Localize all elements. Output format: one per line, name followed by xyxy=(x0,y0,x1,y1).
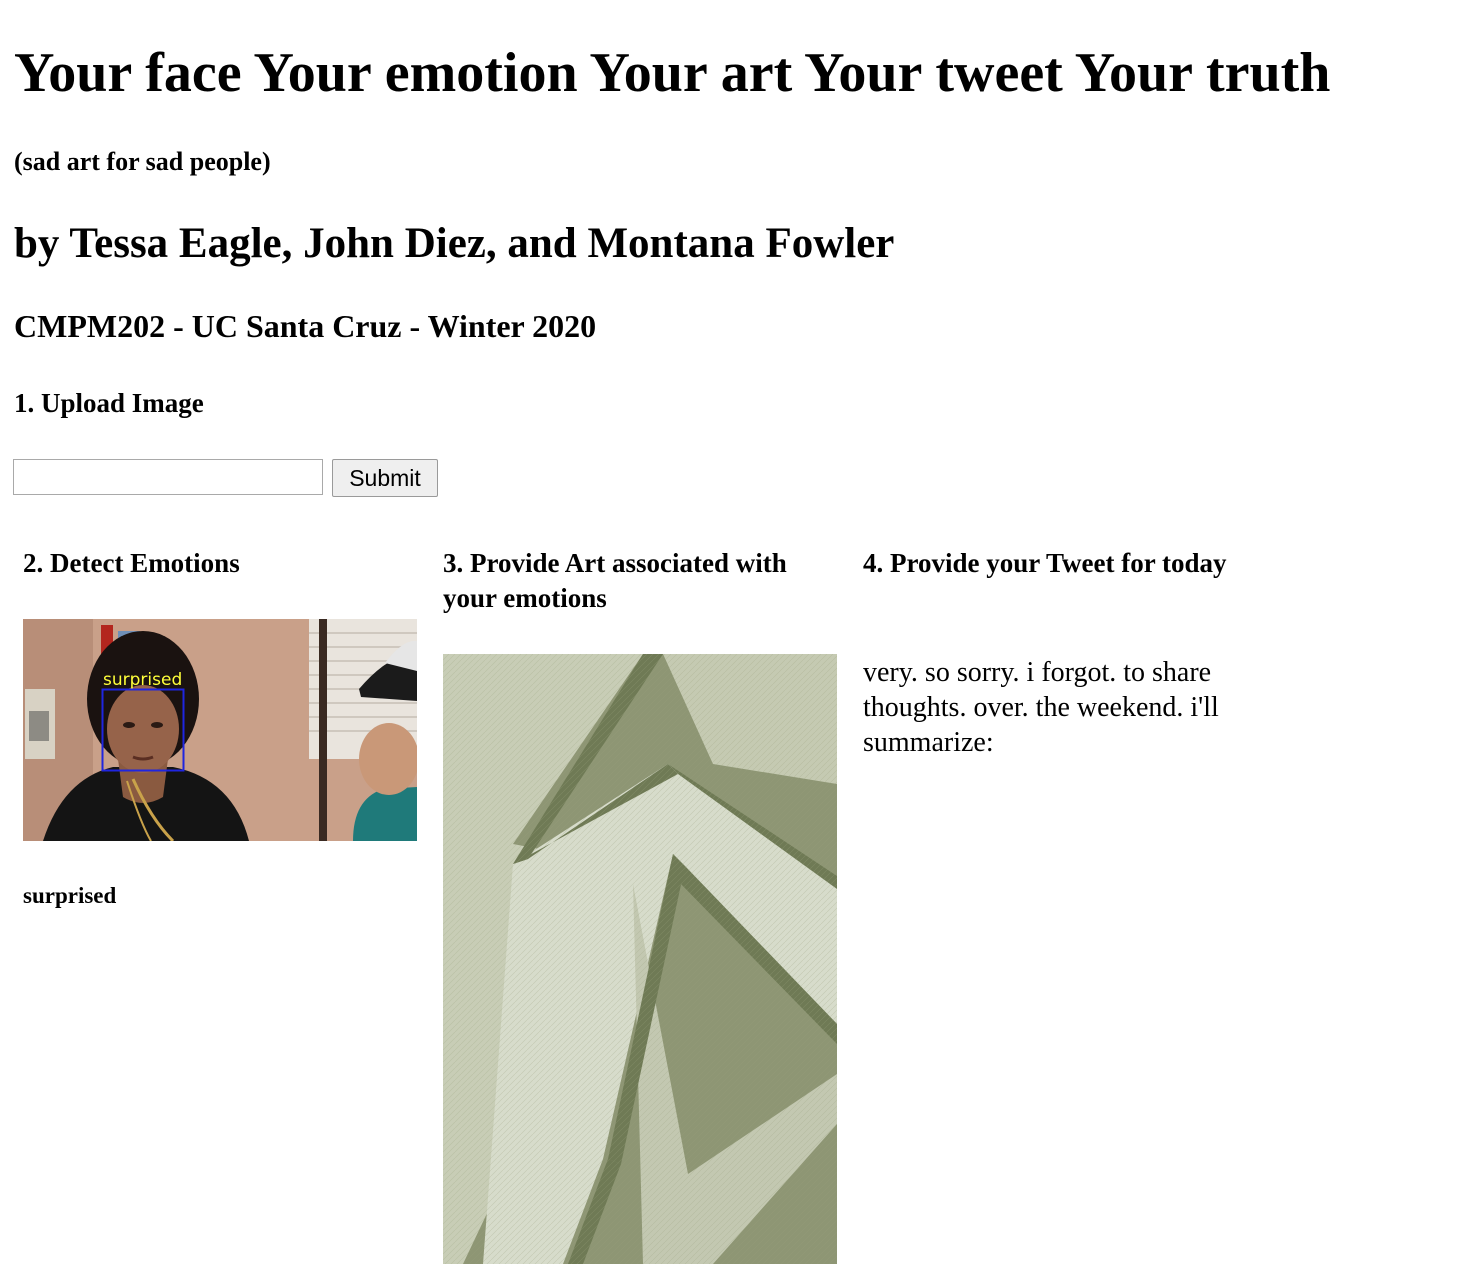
detected-emotion-label: surprised xyxy=(23,883,117,908)
course-heading: CMPM202 - UC Santa Cruz - Winter 2020 xyxy=(14,308,597,344)
page-subtitle: (sad art for sad people) xyxy=(14,147,271,176)
upload-heading: 1. Upload Image xyxy=(14,388,204,418)
detection-label: surprised xyxy=(103,670,182,690)
upload-input[interactable] xyxy=(13,459,323,495)
generated-tweet-text: very. so sorry. i forgot. to share thoug… xyxy=(863,657,1219,758)
art-heading: 3. Provide Art associated with your emot… xyxy=(443,548,787,613)
authors-heading: by Tessa Eagle, John Diez, and Montana F… xyxy=(14,220,895,267)
submit-button[interactable]: Submit xyxy=(332,459,438,497)
detect-emotions-heading: 2. Detect Emotions xyxy=(23,548,240,578)
page-title: Your face Your emotion Your art Your twe… xyxy=(14,42,1331,104)
tweet-heading: 4. Provide your Tweet for today xyxy=(863,548,1227,578)
associated-art-image xyxy=(443,654,837,1264)
detected-face-image: surprised xyxy=(23,619,417,841)
